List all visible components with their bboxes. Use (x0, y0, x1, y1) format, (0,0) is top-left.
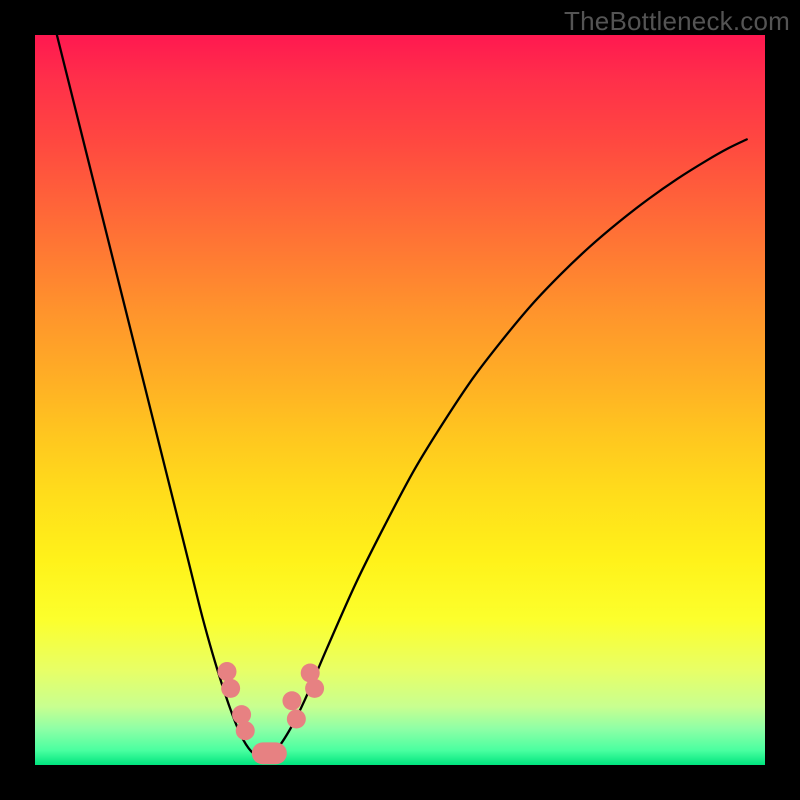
data-point-marker (282, 691, 301, 710)
data-point-marker (232, 705, 251, 724)
data-point-marker (217, 662, 236, 681)
data-point-marker (236, 721, 255, 740)
data-markers (217, 662, 324, 764)
chart-frame: TheBottleneck.com (0, 0, 800, 800)
bottleneck-curve-line (57, 35, 747, 758)
data-point-marker (305, 679, 324, 698)
optimal-range-capsule (252, 742, 287, 764)
data-point-marker (287, 710, 306, 729)
chart-svg (35, 35, 765, 765)
plot-area (35, 35, 765, 765)
data-point-marker (221, 679, 240, 698)
watermark-text: TheBottleneck.com (564, 6, 790, 37)
